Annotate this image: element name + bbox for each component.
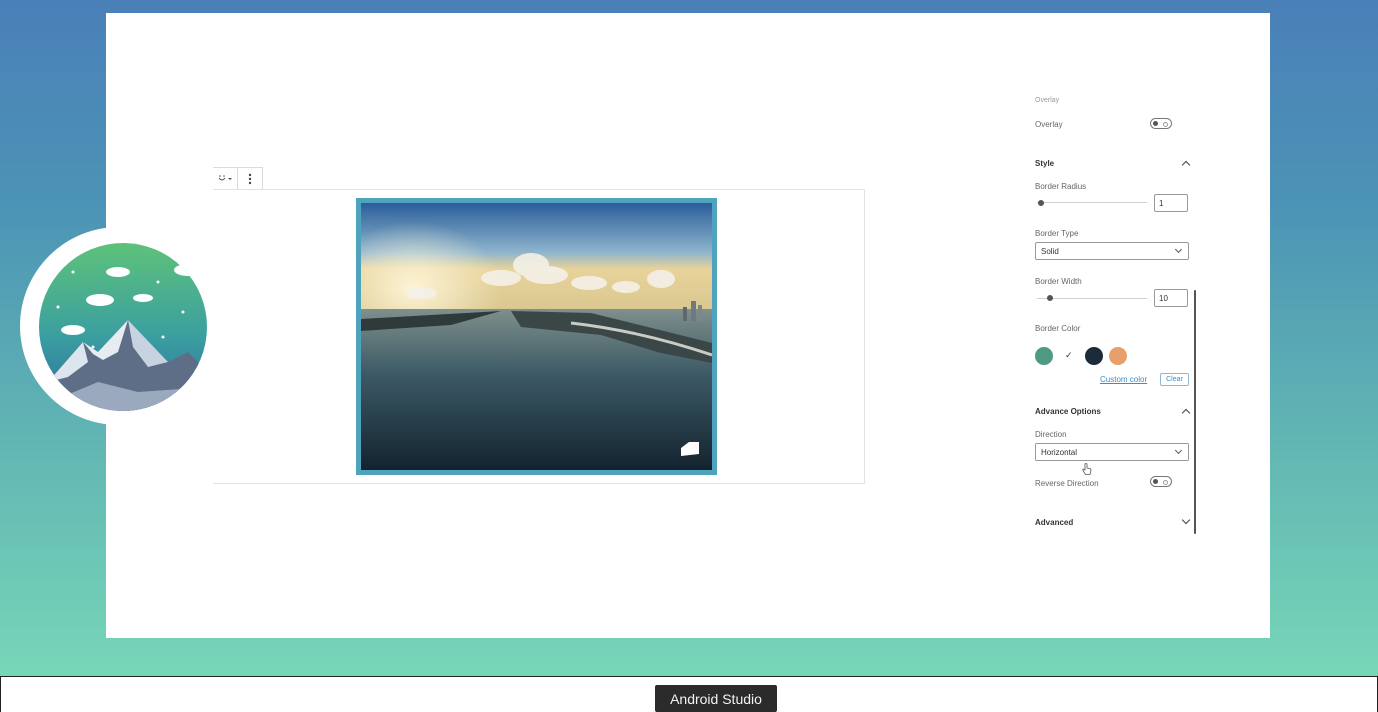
app-tooltip: Android Studio: [655, 685, 777, 712]
emoji-icon[interactable]: [213, 168, 238, 190]
color-swatch-navy[interactable]: [1085, 347, 1103, 365]
advanced-section-title[interactable]: Advanced: [1035, 518, 1073, 527]
border-radius-label: Border Radius: [1035, 182, 1087, 191]
border-type-select[interactable]: Solid: [1035, 242, 1189, 260]
check-icon[interactable]: ✓: [1065, 350, 1073, 361]
custom-color-link[interactable]: Custom color: [1100, 375, 1147, 384]
clear-color-button[interactable]: Clear: [1160, 373, 1189, 386]
border-radius-slider-thumb[interactable]: [1038, 200, 1044, 206]
aerial-city-bay-photo: [361, 203, 712, 470]
direction-select[interactable]: Horizontal: [1035, 443, 1189, 461]
chevron-up-icon[interactable]: [1181, 160, 1191, 170]
border-width-slider-thumb[interactable]: [1047, 295, 1053, 301]
border-type-label: Border Type: [1035, 229, 1079, 238]
border-radius-slider[interactable]: [1037, 202, 1147, 203]
hand-pointer-icon: [1082, 463, 1092, 481]
border-width-slider[interactable]: [1037, 298, 1147, 299]
direction-label: Direction: [1035, 430, 1067, 439]
overlay-label: Overlay: [1035, 120, 1063, 129]
style-section-title[interactable]: Style: [1035, 159, 1054, 168]
color-swatch-orange[interactable]: [1109, 347, 1127, 365]
chevron-down-icon: [1174, 446, 1183, 455]
border-width-label: Border Width: [1035, 277, 1082, 286]
block-toolbar: [213, 167, 263, 191]
chevron-down-icon[interactable]: [1181, 515, 1191, 525]
border-color-label: Border Color: [1035, 324, 1081, 333]
direction-value: Horizontal: [1041, 448, 1078, 457]
settings-sidebar: Overlay Overlay Style Border Radius 1 Bo…: [1027, 95, 1202, 540]
block-image[interactable]: [356, 198, 717, 475]
chevron-up-icon[interactable]: [1181, 408, 1191, 418]
overlay-toggle[interactable]: [1150, 118, 1172, 129]
color-swatch-teal[interactable]: [1035, 347, 1053, 365]
more-vertical-icon[interactable]: [238, 168, 262, 190]
overlay-heading: Overlay: [1035, 97, 1060, 104]
border-radius-input[interactable]: 1: [1154, 194, 1188, 212]
advance-options-section-title[interactable]: Advance Options: [1035, 407, 1101, 416]
border-width-input[interactable]: 10: [1154, 289, 1188, 307]
reverse-direction-toggle[interactable]: [1150, 476, 1172, 487]
mountain-logo-badge: [20, 227, 218, 425]
sidebar-scrollbar[interactable]: [1194, 290, 1196, 534]
chevron-down-icon: [1174, 245, 1183, 254]
mountain-logo-icon: [39, 243, 207, 411]
border-type-value: Solid: [1041, 247, 1059, 256]
